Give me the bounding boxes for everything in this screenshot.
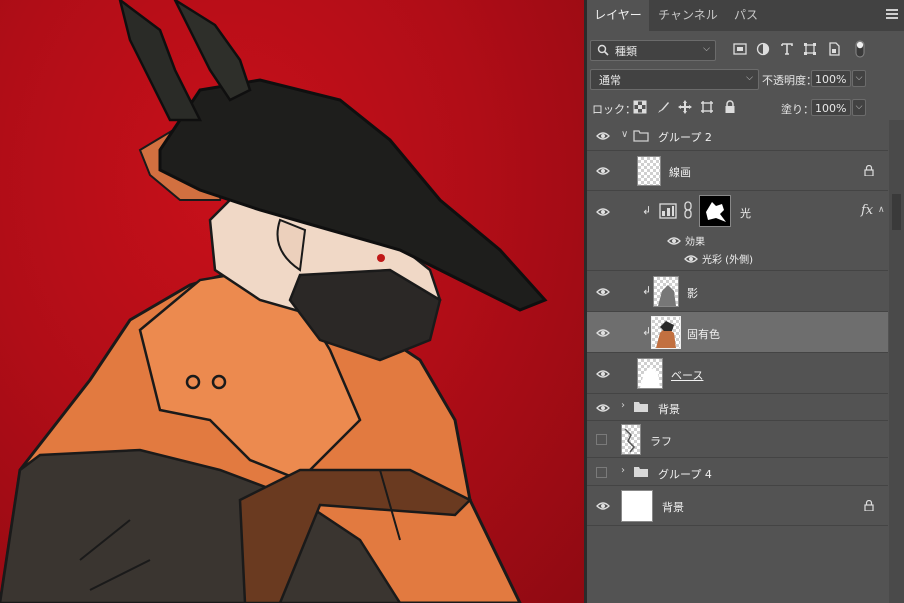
shape-filter-icon[interactable] — [803, 42, 817, 56]
effect-visibility-eye-icon[interactable] — [684, 254, 698, 264]
chevron-up-icon[interactable]: ∧ — [878, 205, 885, 215]
layer-thumbnail — [651, 316, 681, 349]
layer-name[interactable]: 固有色 — [687, 326, 720, 342]
filter-toggle-icon[interactable] — [855, 40, 865, 58]
layers-panel: レイヤー チャンネル パス 種類 ⌵ 通常 ⌵ 不透明度： 100% ⌵ ロック… — [587, 0, 904, 603]
visibility-eye-icon[interactable] — [596, 501, 610, 511]
layer-row-group-2[interactable]: ∨ グループ 2 — [587, 120, 888, 151]
layer-name[interactable]: 影 — [687, 285, 698, 301]
blend-mode-value: 通常 — [599, 74, 621, 87]
layer-name[interactable]: ベース — [671, 367, 703, 383]
tab-layers[interactable]: レイヤー — [587, 0, 649, 31]
layer-row-background[interactable]: 背景 — [587, 486, 888, 526]
lock-image-pixels-icon[interactable] — [657, 100, 671, 114]
clipping-mask-arrow-icon: ↲ — [642, 284, 652, 297]
layer-row-background-group[interactable]: › 背景 — [587, 394, 888, 421]
layer-row-lineart[interactable]: 線画 — [587, 151, 888, 191]
mask-link-icon[interactable] — [683, 201, 693, 219]
visibility-eye-icon[interactable] — [596, 287, 610, 297]
layer-row-base[interactable]: ベース — [587, 353, 888, 394]
layer-name[interactable]: 背景 — [662, 499, 684, 515]
layer-name[interactable]: 線画 — [669, 164, 691, 180]
layer-name[interactable]: グループ 2 — [658, 129, 712, 145]
layers-list: ∨ グループ 2 線画 ↲ 光 fx ∧ 効果 光彩 (外側) ↲ 影 ↲ 固有… — [587, 120, 888, 603]
folder-open-icon — [633, 130, 649, 142]
effect-outer-glow[interactable]: 光彩 (外側) — [702, 251, 753, 266]
layer-thumbnail — [621, 424, 641, 455]
scrollbar-thumb[interactable] — [892, 194, 901, 230]
visibility-eye-icon[interactable] — [596, 328, 610, 338]
chevron-down-icon: ⌵ — [746, 73, 753, 83]
visibility-eye-icon[interactable] — [596, 403, 610, 413]
clipping-mask-arrow-icon: ↲ — [642, 204, 652, 217]
layer-thumbnail — [637, 358, 663, 389]
layer-row-rough[interactable]: ラフ — [587, 421, 888, 458]
layer-name[interactable]: 背景 — [658, 401, 680, 417]
fx-badge-icon[interactable]: fx — [861, 203, 873, 218]
layer-name[interactable]: グループ 4 — [658, 466, 712, 482]
fill-dropdown-button[interactable]: ⌵ — [852, 99, 866, 116]
lock-position-icon[interactable] — [678, 100, 692, 114]
layer-thumbnail — [637, 156, 661, 186]
search-icon — [597, 44, 609, 56]
layer-thumbnail — [621, 490, 653, 522]
fill-label: 塗り： — [781, 103, 814, 116]
chevron-right-icon[interactable]: › — [621, 465, 625, 476]
panel-menu-icon[interactable] — [886, 9, 898, 19]
adjustment-filter-icon[interactable] — [756, 42, 770, 56]
visibility-eye-icon[interactable] — [596, 131, 610, 141]
effects-visibility-eye-icon[interactable] — [667, 236, 681, 246]
tab-paths[interactable]: パス — [727, 0, 765, 31]
document-canvas[interactable] — [0, 0, 584, 603]
fill-input[interactable]: 100% — [811, 99, 851, 116]
folder-icon — [634, 467, 648, 477]
layer-filter-select[interactable]: 種類 ⌵ — [590, 40, 716, 61]
visibility-eye-icon[interactable] — [596, 207, 610, 217]
layer-row-shadow[interactable]: ↲ 影 — [587, 271, 888, 312]
character-illustration — [0, 0, 548, 603]
panel-tabs: レイヤー チャンネル パス — [587, 0, 904, 31]
layer-row-group-4[interactable]: › グループ 4 — [587, 458, 888, 486]
layer-thumbnail — [653, 276, 679, 307]
opacity-label: 不透明度： — [762, 74, 817, 87]
tab-channels[interactable]: チャンネル — [649, 0, 727, 31]
levels-adjustment-icon — [659, 203, 677, 219]
lock-icon — [864, 500, 874, 511]
lock-all-icon[interactable] — [723, 100, 737, 114]
visibility-eye-icon[interactable] — [596, 166, 610, 176]
layer-name[interactable]: 光 — [740, 205, 751, 221]
folder-icon — [634, 402, 648, 412]
opacity-dropdown-button[interactable]: ⌵ — [852, 70, 866, 87]
lock-icon — [864, 165, 874, 176]
effects-label: 効果 — [685, 237, 705, 248]
visibility-eye-icon[interactable] — [596, 369, 610, 379]
opacity-input[interactable]: 100% — [811, 70, 851, 87]
layers-scrollbar[interactable] — [889, 120, 904, 603]
visibility-toggle-off[interactable] — [596, 434, 607, 445]
layer-name[interactable]: ラフ — [650, 433, 672, 449]
visibility-toggle-off[interactable] — [596, 467, 607, 478]
filter-kind-label: 種類 — [615, 45, 637, 58]
lock-artboard-icon[interactable] — [700, 100, 714, 114]
chevron-down-icon: ⌵ — [703, 44, 710, 54]
layer-row-base-color[interactable]: ↲ 固有色 — [587, 312, 888, 353]
blend-mode-select[interactable]: 通常 ⌵ — [590, 69, 759, 90]
layer-mask-thumbnail[interactable] — [699, 195, 731, 227]
type-filter-icon[interactable] — [780, 42, 794, 56]
smart-object-filter-icon[interactable] — [827, 42, 841, 56]
chevron-right-icon[interactable]: › — [621, 400, 625, 411]
pixel-filter-icon[interactable] — [733, 42, 747, 56]
layer-row-light[interactable]: ↲ 光 fx ∧ 効果 光彩 (外側) — [587, 191, 888, 271]
chevron-down-icon[interactable]: ∨ — [621, 129, 628, 140]
clipping-mask-arrow-icon: ↲ — [642, 325, 652, 338]
lock-label: ロック： — [592, 103, 636, 116]
lock-transparent-pixels-icon[interactable] — [633, 100, 647, 114]
